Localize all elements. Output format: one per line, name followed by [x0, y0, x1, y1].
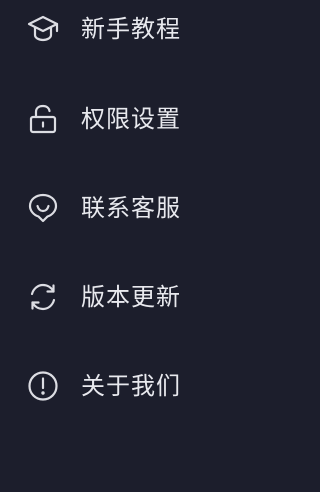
refresh-icon [26, 280, 60, 314]
unlock-icon [26, 102, 60, 136]
menu-item-permission[interactable]: 权限设置 [0, 91, 306, 147]
menu-item-update[interactable]: 版本更新 [0, 269, 306, 325]
menu-item-tutorial[interactable]: 新手教程 [0, 1, 306, 57]
menu-item-label: 联系客服 [81, 194, 181, 222]
menu-item-contact[interactable]: 联系客服 [0, 180, 306, 236]
menu-item-label: 新手教程 [81, 15, 181, 43]
info-icon [26, 369, 60, 403]
graduation-cap-icon [26, 12, 60, 46]
customer-service-icon [26, 191, 60, 225]
settings-menu: 新手教程 权限设置 联系客服 版本更新 关于我们 [0, 0, 306, 492]
menu-item-about[interactable]: 关于我们 [0, 358, 306, 414]
menu-item-label: 版本更新 [81, 283, 181, 311]
menu-item-label: 权限设置 [81, 105, 181, 133]
menu-item-label: 关于我们 [81, 372, 181, 400]
